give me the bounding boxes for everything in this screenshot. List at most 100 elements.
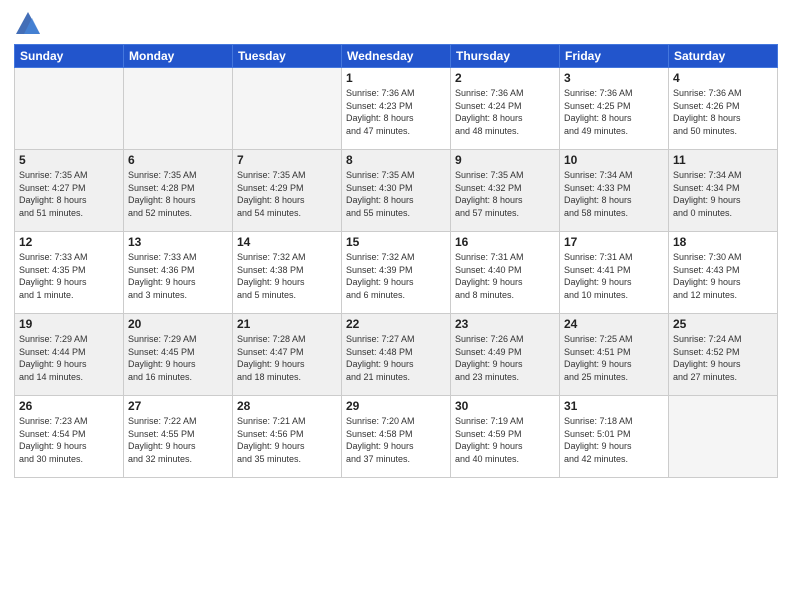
calendar-cell: 20 Sunrise: 7:29 AM Sunset: 4:45 PM Dayli… bbox=[124, 314, 233, 396]
calendar-cell bbox=[124, 68, 233, 150]
calendar-cell: 27Sunrise: 7:22 AM Sunset: 4:55 PM Dayli… bbox=[124, 396, 233, 478]
calendar-cell: 7Sunrise: 7:35 AM Sunset: 4:29 PM Daylig… bbox=[233, 150, 342, 232]
day-info: Sunrise: 7:21 AM Sunset: 4:56 PM Dayligh… bbox=[237, 415, 337, 465]
calendar-cell bbox=[669, 396, 778, 478]
week-row-1: 1 Sunrise: 7:36 AM Sunset: 4:23 PM Daylig… bbox=[15, 68, 778, 150]
day-number: 12 bbox=[19, 235, 119, 249]
calendar-cell: 1 Sunrise: 7:36 AM Sunset: 4:23 PM Daylig… bbox=[342, 68, 451, 150]
calendar-cell: 28 Sunrise: 7:21 AM Sunset: 4:56 PM Dayli… bbox=[233, 396, 342, 478]
weekday-header-thursday: Thursday bbox=[451, 45, 560, 68]
calendar-cell: 8 Sunrise: 7:35 AM Sunset: 4:30 PM Daylig… bbox=[342, 150, 451, 232]
day-info: Sunrise: 7:30 AM Sunset: 4:43 PM Dayligh… bbox=[673, 251, 773, 301]
calendar-cell: 15 Sunrise: 7:32 AM Sunset: 4:39 PM Dayli… bbox=[342, 232, 451, 314]
weekday-header-saturday: Saturday bbox=[669, 45, 778, 68]
calendar-cell: 25 Sunrise: 7:24 AM Sunset: 4:52 PM Dayli… bbox=[669, 314, 778, 396]
weekday-header-friday: Friday bbox=[560, 45, 669, 68]
day-info: Sunrise: 7:20 AM Sunset: 4:58 PM Dayligh… bbox=[346, 415, 446, 465]
day-number: 4 bbox=[673, 71, 773, 85]
calendar-cell: 30 Sunrise: 7:19 AM Sunset: 4:59 PM Dayli… bbox=[451, 396, 560, 478]
day-number: 17 bbox=[564, 235, 664, 249]
day-number: 31 bbox=[564, 399, 664, 413]
weekday-header-sunday: Sunday bbox=[15, 45, 124, 68]
day-number: 8 bbox=[346, 153, 446, 167]
day-info: Sunrise: 7:33 AM Sunset: 4:35 PM Dayligh… bbox=[19, 251, 119, 301]
day-number: 3 bbox=[564, 71, 664, 85]
day-number: 22 bbox=[346, 317, 446, 331]
day-number: 2 bbox=[455, 71, 555, 85]
day-number: 27 bbox=[128, 399, 228, 413]
calendar-cell bbox=[233, 68, 342, 150]
day-info: Sunrise: 7:32 AM Sunset: 4:38 PM Dayligh… bbox=[237, 251, 337, 301]
day-info: Sunrise: 7:35 AM Sunset: 4:30 PM Dayligh… bbox=[346, 169, 446, 219]
day-info: Sunrise: 7:31 AM Sunset: 4:40 PM Dayligh… bbox=[455, 251, 555, 301]
day-info: Sunrise: 7:18 AM Sunset: 5:01 PM Dayligh… bbox=[564, 415, 664, 465]
weekday-header-row: SundayMondayTuesdayWednesdayThursdayFrid… bbox=[15, 45, 778, 68]
week-row-3: 12 Sunrise: 7:33 AM Sunset: 4:35 PM Dayli… bbox=[15, 232, 778, 314]
calendar-cell: 4 Sunrise: 7:36 AM Sunset: 4:26 PM Daylig… bbox=[669, 68, 778, 150]
day-number: 16 bbox=[455, 235, 555, 249]
day-info: Sunrise: 7:36 AM Sunset: 4:23 PM Dayligh… bbox=[346, 87, 446, 137]
day-number: 1 bbox=[346, 71, 446, 85]
day-number: 11 bbox=[673, 153, 773, 167]
day-info: Sunrise: 7:28 AM Sunset: 4:47 PM Dayligh… bbox=[237, 333, 337, 383]
day-number: 28 bbox=[237, 399, 337, 413]
day-info: Sunrise: 7:35 AM Sunset: 4:27 PM Dayligh… bbox=[19, 169, 119, 219]
logo-icon bbox=[14, 10, 42, 38]
calendar-cell: 14 Sunrise: 7:32 AM Sunset: 4:38 PM Dayli… bbox=[233, 232, 342, 314]
day-number: 26 bbox=[19, 399, 119, 413]
calendar-cell: 3Sunrise: 7:36 AM Sunset: 4:25 PM Daylig… bbox=[560, 68, 669, 150]
calendar-cell: 2Sunrise: 7:36 AM Sunset: 4:24 PM Daylig… bbox=[451, 68, 560, 150]
day-info: Sunrise: 7:35 AM Sunset: 4:29 PM Dayligh… bbox=[237, 169, 337, 219]
week-row-4: 19Sunrise: 7:29 AM Sunset: 4:44 PM Dayli… bbox=[15, 314, 778, 396]
calendar-cell: 31 Sunrise: 7:18 AM Sunset: 5:01 PM Dayli… bbox=[560, 396, 669, 478]
calendar-cell: 17 Sunrise: 7:31 AM Sunset: 4:41 PM Dayli… bbox=[560, 232, 669, 314]
day-info: Sunrise: 7:29 AM Sunset: 4:44 PM Dayligh… bbox=[19, 333, 119, 383]
day-info: Sunrise: 7:35 AM Sunset: 4:32 PM Dayligh… bbox=[455, 169, 555, 219]
calendar-cell: 16 Sunrise: 7:31 AM Sunset: 4:40 PM Dayli… bbox=[451, 232, 560, 314]
day-number: 14 bbox=[237, 235, 337, 249]
day-info: Sunrise: 7:26 AM Sunset: 4:49 PM Dayligh… bbox=[455, 333, 555, 383]
day-number: 25 bbox=[673, 317, 773, 331]
weekday-header-tuesday: Tuesday bbox=[233, 45, 342, 68]
day-number: 13 bbox=[128, 235, 228, 249]
weekday-header-wednesday: Wednesday bbox=[342, 45, 451, 68]
top-section bbox=[14, 10, 778, 38]
day-info: Sunrise: 7:19 AM Sunset: 4:59 PM Dayligh… bbox=[455, 415, 555, 465]
day-number: 23 bbox=[455, 317, 555, 331]
day-info: Sunrise: 7:29 AM Sunset: 4:45 PM Dayligh… bbox=[128, 333, 228, 383]
calendar-cell: 13 Sunrise: 7:33 AM Sunset: 4:36 PM Dayli… bbox=[124, 232, 233, 314]
day-info: Sunrise: 7:23 AM Sunset: 4:54 PM Dayligh… bbox=[19, 415, 119, 465]
day-info: Sunrise: 7:24 AM Sunset: 4:52 PM Dayligh… bbox=[673, 333, 773, 383]
day-number: 18 bbox=[673, 235, 773, 249]
calendar-cell: 6 Sunrise: 7:35 AM Sunset: 4:28 PM Daylig… bbox=[124, 150, 233, 232]
day-info: Sunrise: 7:35 AM Sunset: 4:28 PM Dayligh… bbox=[128, 169, 228, 219]
page: SundayMondayTuesdayWednesdayThursdayFrid… bbox=[0, 0, 792, 612]
day-number: 15 bbox=[346, 235, 446, 249]
calendar-cell: 9 Sunrise: 7:35 AM Sunset: 4:32 PM Daylig… bbox=[451, 150, 560, 232]
day-info: Sunrise: 7:34 AM Sunset: 4:33 PM Dayligh… bbox=[564, 169, 664, 219]
calendar-cell: 10Sunrise: 7:34 AM Sunset: 4:33 PM Dayli… bbox=[560, 150, 669, 232]
calendar-cell: 5Sunrise: 7:35 AM Sunset: 4:27 PM Daylig… bbox=[15, 150, 124, 232]
week-row-2: 5Sunrise: 7:35 AM Sunset: 4:27 PM Daylig… bbox=[15, 150, 778, 232]
week-row-5: 26 Sunrise: 7:23 AM Sunset: 4:54 PM Dayli… bbox=[15, 396, 778, 478]
day-number: 24 bbox=[564, 317, 664, 331]
day-number: 30 bbox=[455, 399, 555, 413]
calendar-table: SundayMondayTuesdayWednesdayThursdayFrid… bbox=[14, 44, 778, 478]
calendar-cell: 19Sunrise: 7:29 AM Sunset: 4:44 PM Dayli… bbox=[15, 314, 124, 396]
calendar-cell: 23 Sunrise: 7:26 AM Sunset: 4:49 PM Dayli… bbox=[451, 314, 560, 396]
logo bbox=[14, 10, 46, 38]
calendar-cell: 26 Sunrise: 7:23 AM Sunset: 4:54 PM Dayli… bbox=[15, 396, 124, 478]
calendar-cell bbox=[15, 68, 124, 150]
day-info: Sunrise: 7:36 AM Sunset: 4:26 PM Dayligh… bbox=[673, 87, 773, 137]
day-info: Sunrise: 7:32 AM Sunset: 4:39 PM Dayligh… bbox=[346, 251, 446, 301]
day-number: 21 bbox=[237, 317, 337, 331]
day-number: 20 bbox=[128, 317, 228, 331]
calendar-cell: 24Sunrise: 7:25 AM Sunset: 4:51 PM Dayli… bbox=[560, 314, 669, 396]
day-number: 6 bbox=[128, 153, 228, 167]
day-info: Sunrise: 7:33 AM Sunset: 4:36 PM Dayligh… bbox=[128, 251, 228, 301]
day-number: 29 bbox=[346, 399, 446, 413]
day-info: Sunrise: 7:31 AM Sunset: 4:41 PM Dayligh… bbox=[564, 251, 664, 301]
day-number: 9 bbox=[455, 153, 555, 167]
calendar-cell: 21 Sunrise: 7:28 AM Sunset: 4:47 PM Dayli… bbox=[233, 314, 342, 396]
calendar-cell: 29 Sunrise: 7:20 AM Sunset: 4:58 PM Dayli… bbox=[342, 396, 451, 478]
